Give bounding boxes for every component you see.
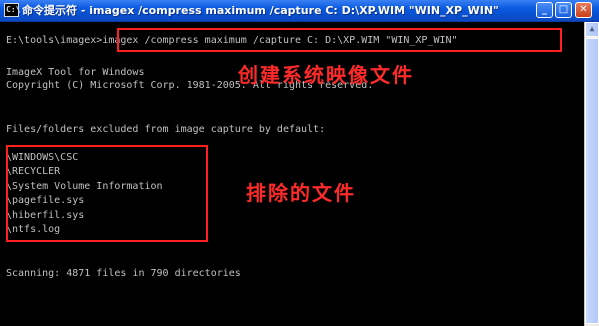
- create-image-annotation: 创建系统映像文件: [238, 63, 414, 87]
- command-highlight-box: [117, 28, 562, 52]
- title-bar[interactable]: C:\ 命令提示符 - imagex /compress maximum /ca…: [0, 0, 599, 22]
- scanning-line: Scanning: 4871 files in 790 directories: [6, 268, 241, 279]
- scroll-thumb[interactable]: [585, 38, 599, 324]
- maximize-button[interactable]: □: [555, 2, 572, 18]
- console-icon[interactable]: C:\: [4, 3, 21, 17]
- window-title: 命令提示符 - imagex /compress maximum /captur…: [22, 4, 499, 17]
- scroll-up-arrow-icon[interactable]: ▲: [585, 22, 599, 37]
- minimize-button[interactable]: _: [536, 2, 553, 18]
- excluded-highlight-box: [6, 145, 208, 242]
- command-prompt-window: C:\ 命令提示符 - imagex /compress maximum /ca…: [0, 0, 599, 326]
- tool-name-line: ImageX Tool for Windows: [6, 67, 145, 78]
- vertical-scrollbar[interactable]: ▲: [584, 22, 599, 326]
- prompt-text: E:\tools\imagex>: [6, 35, 103, 46]
- console-icon-label: C:\: [6, 5, 21, 14]
- close-button[interactable]: ✕: [575, 2, 592, 18]
- excluded-files-annotation: 排除的文件: [246, 181, 356, 205]
- excluded-header-line: Files/folders excluded from image captur…: [6, 124, 326, 135]
- console-output[interactable]: E:\tools\imagex>imagex /compress maximum…: [0, 22, 584, 326]
